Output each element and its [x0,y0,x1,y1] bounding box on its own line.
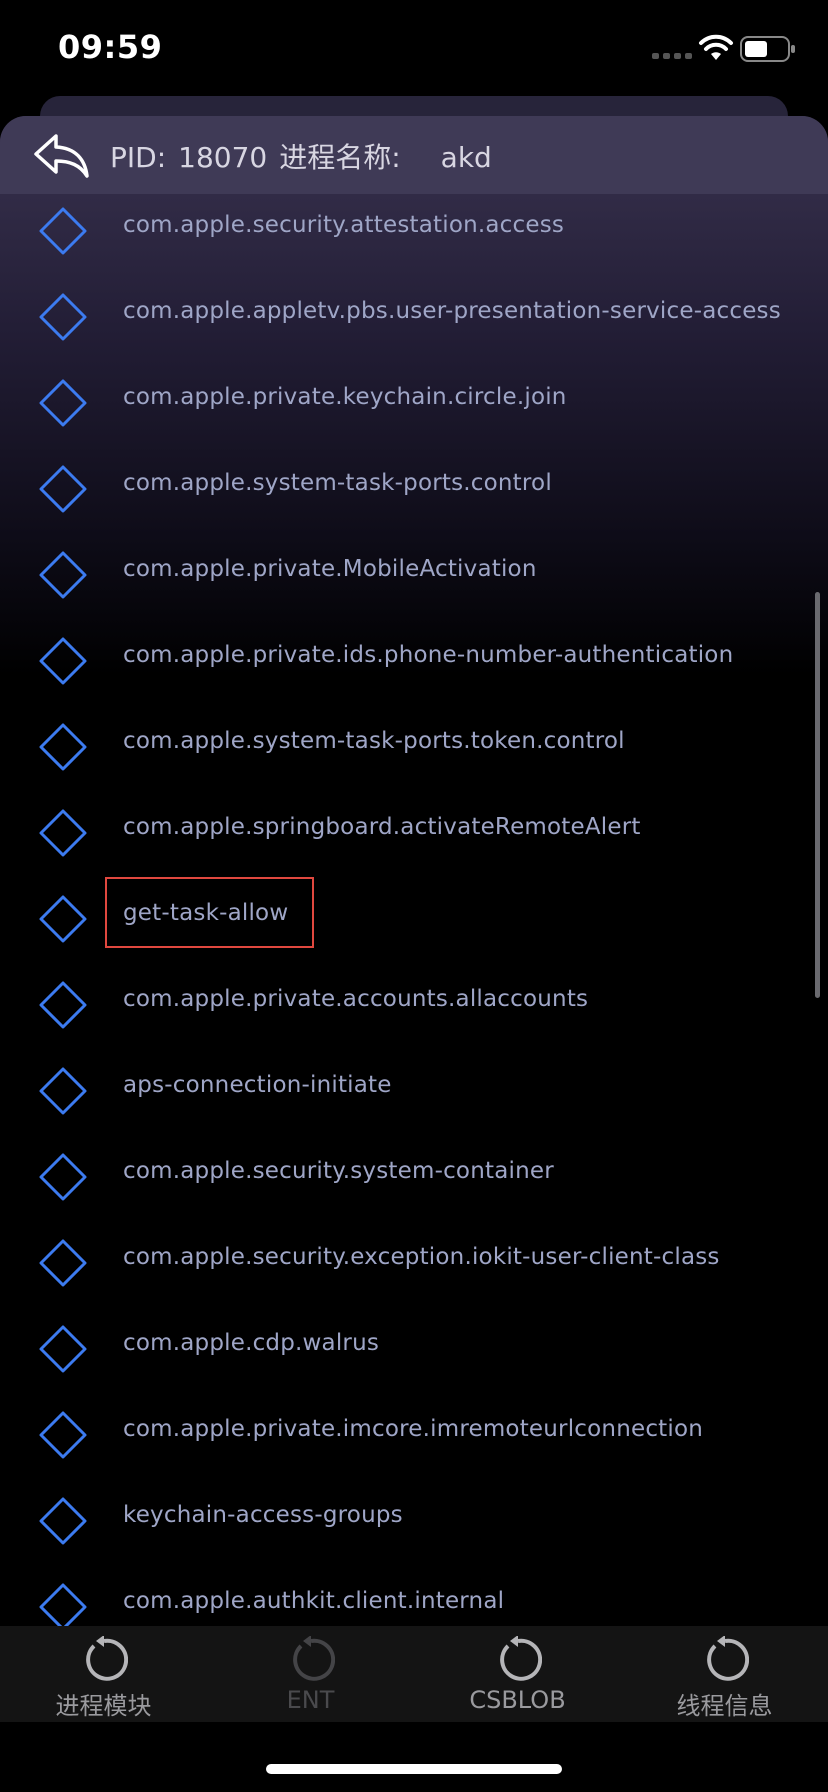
diamond-icon [39,1583,87,1626]
entitlement-row[interactable]: keychain-access-groups [0,1476,828,1562]
back-arrow-icon[interactable] [32,130,92,180]
refresh-icon [86,1636,128,1681]
process-info: PID: 18070 进程名称: akd [110,136,492,176]
pid-label: PID: [110,141,167,174]
diamond-icon [39,809,87,857]
status-time: 09:59 [58,28,163,66]
entitlement-row[interactable]: com.apple.system-task-ports.token.contro… [0,702,828,788]
entitlement-label: com.apple.system-task-ports.token.contro… [123,728,625,754]
tab-label: ENT [286,1686,335,1714]
tab-label: 进程模块 [55,1692,152,1720]
cellular-signal-icon [652,53,692,59]
entitlements-panel: PID: 18070 进程名称: akd com.apple.security.att… [0,116,828,1626]
entitlement-label: com.apple.private.accounts.allaccounts [123,986,589,1012]
wifi-icon [699,34,733,60]
tab-process-modules[interactable]: 进程模块 [0,1626,207,1722]
scrollbar[interactable] [815,592,820,998]
entitlement-label: com.apple.springboard.activateRemoteAler… [123,814,641,840]
diamond-icon [39,723,87,771]
refresh-icon [293,1636,335,1681]
entitlement-row[interactable]: com.apple.private.ids.phone-number-authe… [0,616,828,702]
entitlement-row[interactable]: get-task-allow [0,874,828,960]
bottom-tab-bar: 进程模块 ENT CSBLOB 线程信息 [0,1626,828,1722]
entitlement-row[interactable]: com.apple.private.MobileActivation [0,530,828,616]
diamond-icon [39,551,87,599]
entitlement-label: get-task-allow [104,877,315,948]
entitlement-row[interactable]: com.apple.security.exception.iokit-user-… [0,1218,828,1304]
diamond-icon [39,981,87,1029]
tab-label: 线程信息 [676,1692,773,1720]
diamond-icon [39,293,87,341]
diamond-icon [39,1325,87,1373]
tab-thread-info[interactable]: 线程信息 [621,1626,828,1722]
entitlement-label: com.apple.security.attestation.access [123,212,565,238]
entitlement-row[interactable]: com.apple.authkit.client.internal [0,1562,828,1626]
process-header: PID: 18070 进程名称: akd [0,116,828,194]
entitlement-row[interactable]: com.apple.private.accounts.allaccounts [0,960,828,1046]
entitlement-row[interactable]: com.apple.springboard.activateRemoteAler… [0,788,828,874]
process-name-label: 进程名称: [279,141,401,174]
entitlement-label: com.apple.system-task-ports.control [123,470,552,496]
diamond-icon [39,207,87,255]
tab-ent[interactable]: ENT [207,1626,414,1722]
diamond-icon [39,1153,87,1201]
diamond-icon [39,379,87,427]
entitlement-row[interactable]: com.apple.private.keychain.circle.join [0,358,828,444]
diamond-icon [39,895,87,943]
diamond-icon [39,1067,87,1115]
home-indicator[interactable] [266,1764,562,1774]
entitlement-label: com.apple.security.exception.iokit-user-… [123,1244,720,1270]
entitlement-row[interactable]: com.apple.security.attestation.access [0,186,828,272]
diamond-icon [39,465,87,513]
entitlement-label: keychain-access-groups [123,1502,403,1528]
diamond-icon [39,637,87,685]
pid-value: 18070 [178,141,268,174]
diamond-icon [39,1411,87,1459]
entitlement-row[interactable]: aps-connection-initiate [0,1046,828,1132]
entitlement-row[interactable]: com.apple.cdp.walrus [0,1304,828,1390]
entitlement-label: com.apple.private.imcore.imremoteurlconn… [123,1416,704,1442]
status-bar: 09:59 [0,0,828,96]
entitlement-label: com.apple.cdp.walrus [123,1330,380,1356]
diamond-icon [39,1239,87,1287]
entitlement-label: com.apple.appletv.pbs.user-presentation-… [123,298,781,324]
refresh-icon [500,1636,542,1681]
tab-csblob[interactable]: CSBLOB [414,1626,621,1722]
entitlement-label: com.apple.private.ids.phone-number-authe… [123,642,734,668]
process-name-value: akd [440,141,492,174]
entitlement-label: com.apple.security.system-container [123,1158,554,1184]
battery-icon [740,36,795,62]
tab-label: CSBLOB [469,1686,566,1714]
entitlement-label: com.apple.authkit.client.internal [123,1588,505,1614]
entitlement-row[interactable]: com.apple.private.imcore.imremoteurlconn… [0,1390,828,1476]
entitlement-row[interactable]: com.apple.system-task-ports.control [0,444,828,530]
entitlement-label: com.apple.private.MobileActivation [123,556,537,582]
entitlement-row[interactable]: com.apple.security.system-container [0,1132,828,1218]
entitlement-label: aps-connection-initiate [123,1072,392,1098]
entitlement-row[interactable]: com.apple.appletv.pbs.user-presentation-… [0,272,828,358]
entitlement-label: com.apple.private.keychain.circle.join [123,384,567,410]
diamond-icon [39,1497,87,1545]
refresh-icon [707,1636,749,1681]
